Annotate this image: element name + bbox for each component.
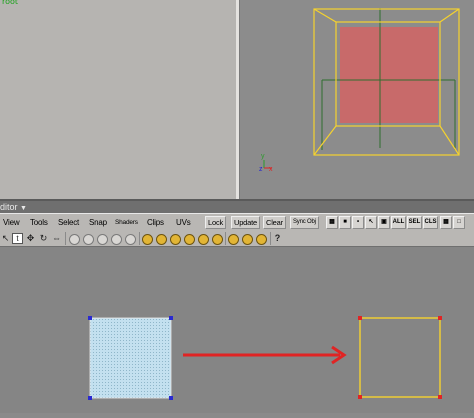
- update-button[interactable]: Update: [231, 216, 260, 229]
- text-tool-icon[interactable]: t: [12, 233, 23, 244]
- all-button[interactable]: ALL: [391, 216, 406, 229]
- scale-icon[interactable]: ⇔: [51, 233, 62, 244]
- snap-center-icon[interactable]: [212, 234, 223, 245]
- collapse-arrow-icon[interactable]: ▼: [20, 205, 27, 212]
- frame-icon[interactable]: □: [453, 216, 465, 229]
- break-icon[interactable]: [97, 234, 108, 245]
- explorer-panel: [0, 0, 236, 199]
- snap-grid-icon[interactable]: [156, 234, 167, 245]
- flip-u-icon[interactable]: [228, 234, 239, 245]
- toolbar-separator: [65, 232, 66, 245]
- flip-v-icon[interactable]: [242, 234, 253, 245]
- clear-button[interactable]: Clear: [263, 216, 286, 229]
- menu-view[interactable]: View: [3, 217, 20, 228]
- menu-uvs[interactable]: UVs: [176, 217, 191, 228]
- face-icon[interactable]: ■: [339, 216, 351, 229]
- cursor-icon[interactable]: ↖: [365, 216, 377, 229]
- lock-button[interactable]: Lock: [205, 216, 227, 229]
- sync-obj-button[interactable]: Sync Obj: [290, 216, 319, 229]
- menu-snap[interactable]: Snap: [89, 217, 107, 228]
- uv-vertex[interactable]: [88, 396, 92, 400]
- uv-vertex[interactable]: [438, 316, 442, 320]
- vertex-icon[interactable]: •: [352, 216, 364, 229]
- uv-island-target[interactable]: [359, 317, 441, 398]
- uv-vertex[interactable]: [438, 395, 442, 399]
- uv-vertex[interactable]: [169, 396, 173, 400]
- uv-island-source[interactable]: [89, 317, 172, 399]
- menu-clips[interactable]: Clips: [147, 217, 164, 228]
- sel-button[interactable]: SEL: [407, 216, 422, 229]
- uv-vertex[interactable]: [358, 316, 362, 320]
- weld-icon[interactable]: [83, 234, 94, 245]
- editor-title-bar: [0, 201, 474, 213]
- toolbar-separator: [225, 232, 226, 245]
- snap-point-icon[interactable]: [170, 234, 181, 245]
- align-icon[interactable]: [111, 234, 122, 245]
- menu-select[interactable]: Select: [58, 217, 79, 228]
- cls-button[interactable]: CLS: [423, 216, 438, 229]
- uv-vertex[interactable]: [169, 316, 173, 320]
- rotate-icon[interactable]: ↻: [38, 233, 49, 244]
- axis-z-label: z: [259, 166, 263, 173]
- fit-icon[interactable]: ▣: [378, 216, 390, 229]
- menu-shaders[interactable]: Shaders: [115, 217, 138, 228]
- selected-face[interactable]: [340, 27, 438, 123]
- snap-edge-icon[interactable]: [184, 234, 195, 245]
- mesh-icon[interactable]: ▦: [326, 216, 338, 229]
- question-icon[interactable]: ?: [272, 233, 283, 244]
- uv-vertex[interactable]: [358, 395, 362, 399]
- snap-face-icon[interactable]: [198, 234, 209, 245]
- grid-icon[interactable]: ▦: [440, 216, 452, 229]
- stitch-icon[interactable]: [125, 234, 136, 245]
- axis-x-label: x: [269, 166, 273, 173]
- texture-editor-canvas[interactable]: [0, 247, 474, 413]
- toolbar-separator: [139, 232, 140, 245]
- pointer-icon[interactable]: ↖: [0, 233, 11, 244]
- move-icon[interactable]: ✥: [25, 233, 36, 244]
- uv-scene: [88, 316, 442, 400]
- menu-tools[interactable]: Tools: [30, 217, 48, 228]
- axis-y-label: y: [261, 153, 265, 160]
- 3d-viewport[interactable]: y z x: [240, 0, 474, 199]
- explorer-root-label[interactable]: root: [2, 0, 18, 6]
- editor-tool-bar: ↖ t ✥ ↻ ⇔ ?: [0, 231, 474, 247]
- snap-icon[interactable]: [142, 234, 153, 245]
- viewport-scene: y z x: [259, 8, 460, 173]
- fit-uv-icon[interactable]: [256, 234, 267, 245]
- uv-vertex[interactable]: [88, 316, 92, 320]
- editor-menu-bar: View Tools Select Snap Shaders Clips UVs…: [0, 213, 474, 232]
- relax-icon[interactable]: [69, 234, 80, 245]
- axis-gizmo: y z x: [259, 153, 273, 173]
- toolbar-separator: [270, 232, 271, 245]
- arrow-right-icon: [183, 345, 347, 365]
